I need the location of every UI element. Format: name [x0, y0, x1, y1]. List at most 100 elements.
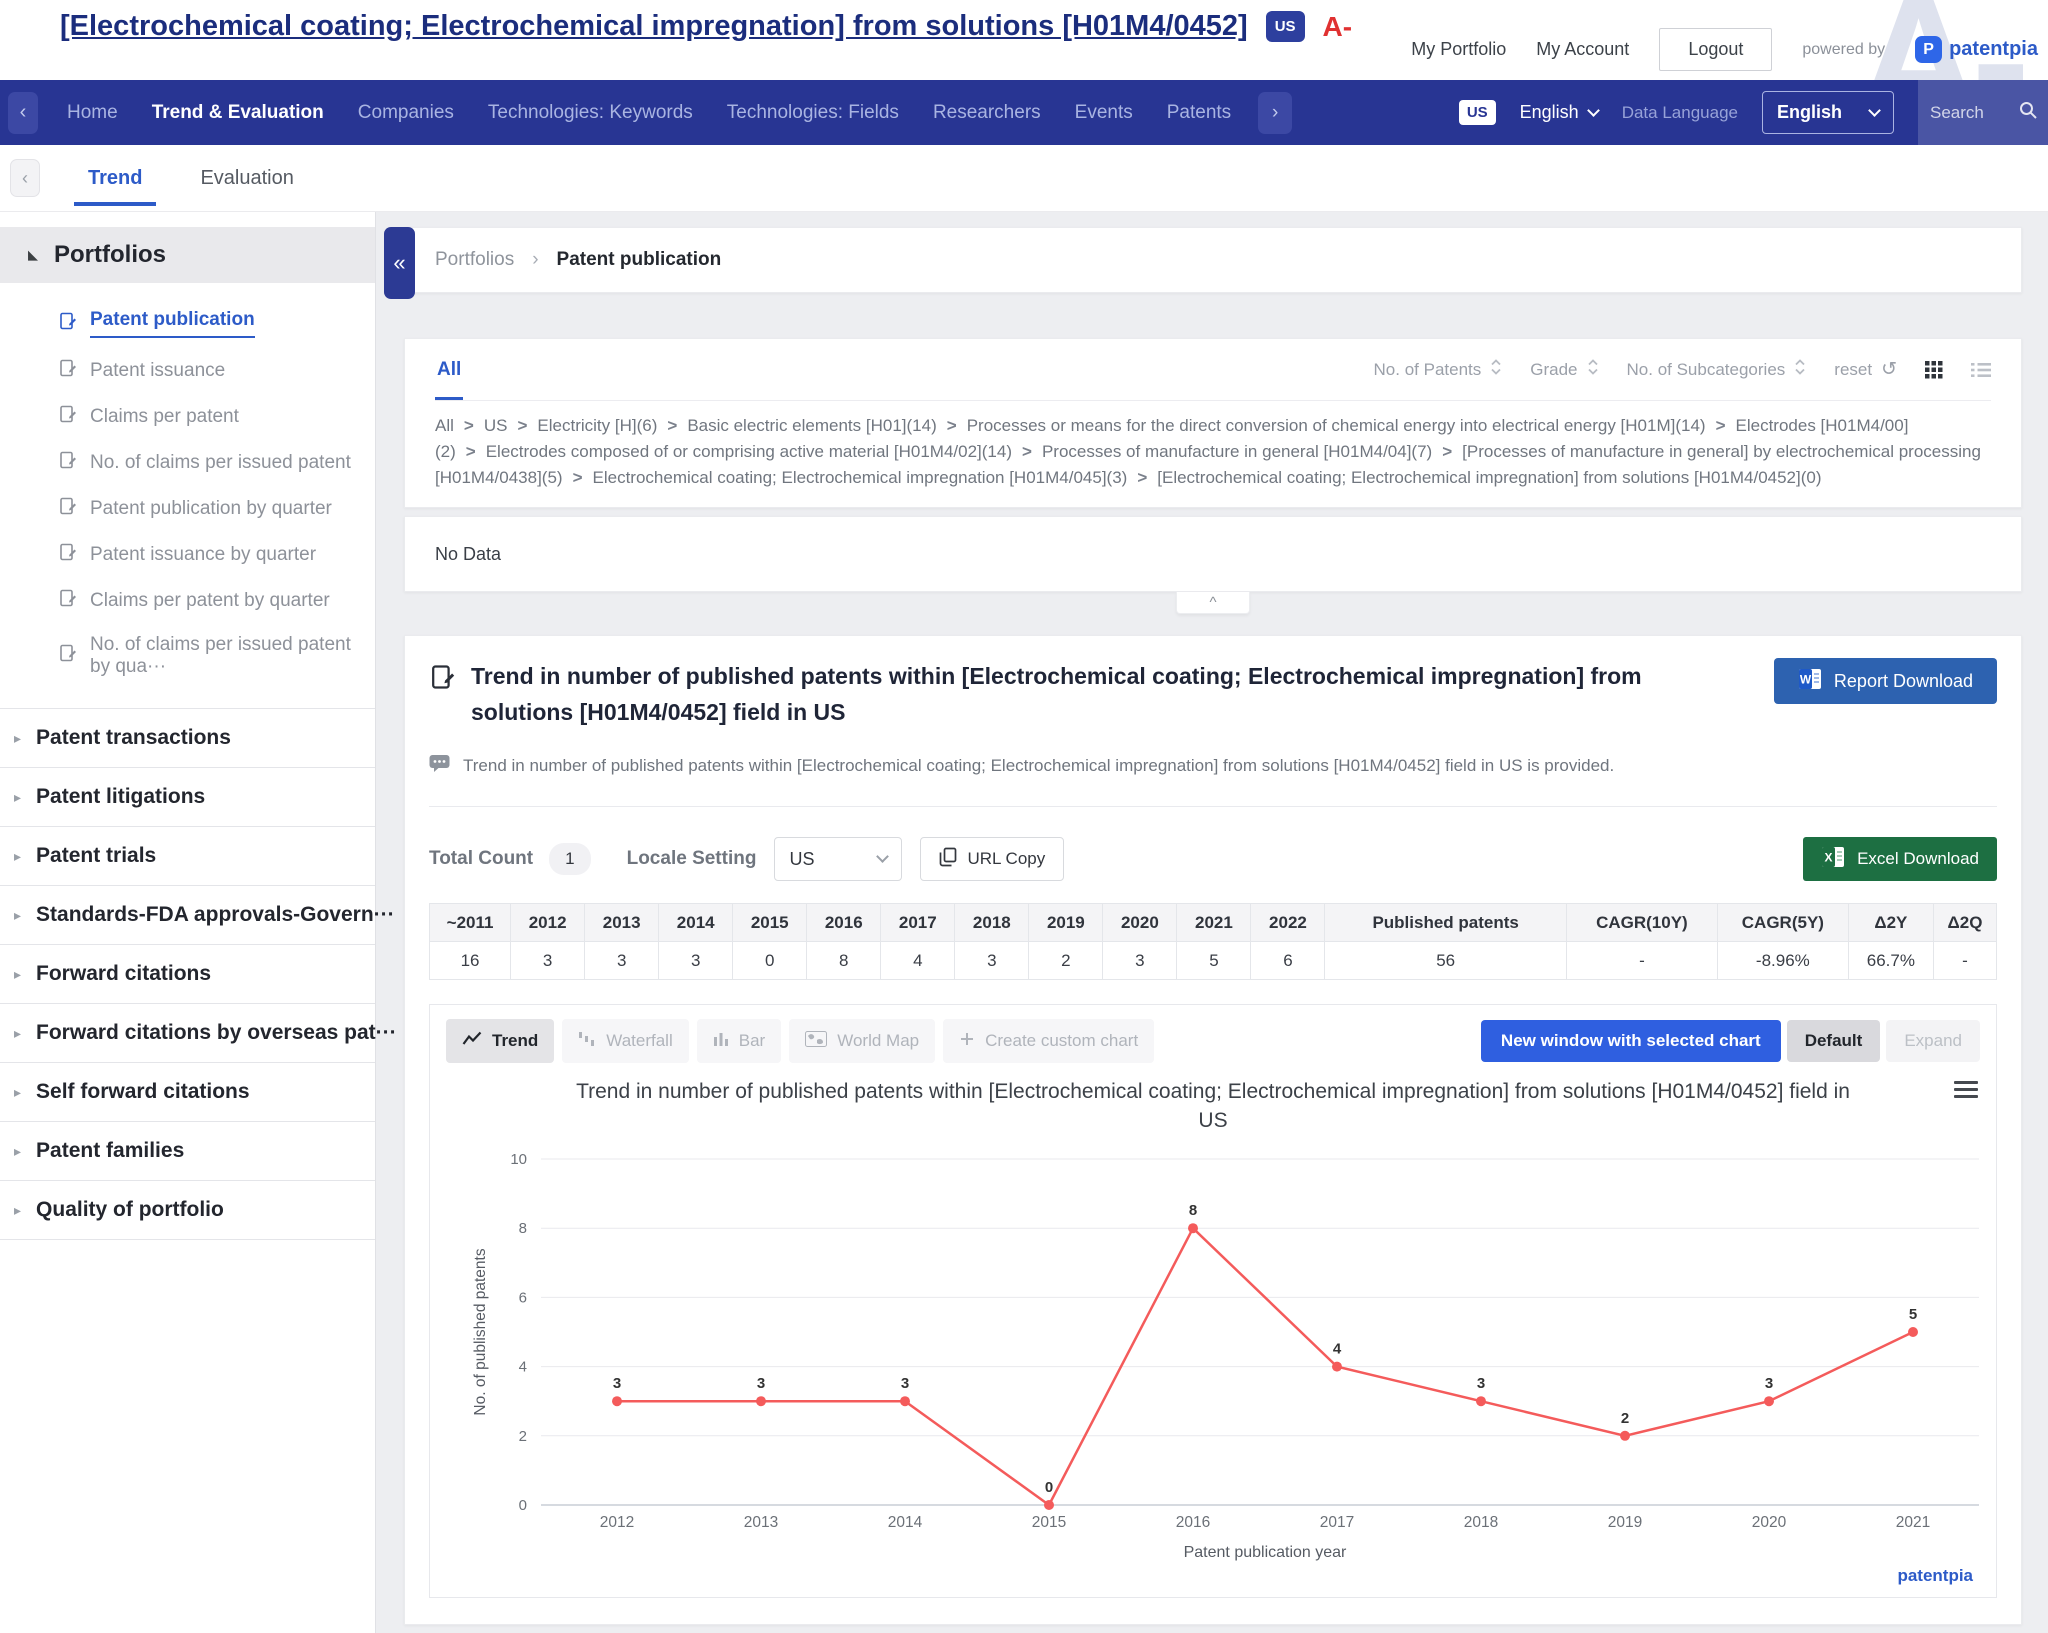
my-portfolio-link[interactable]: My Portfolio — [1411, 39, 1506, 60]
sidebar-section-forward-citations[interactable]: ▸Forward citations — [0, 944, 375, 1003]
sidebar-section-patent-trials[interactable]: ▸Patent trials — [0, 826, 375, 885]
path-segment[interactable]: Basic electric elements [H01](14) — [687, 416, 936, 435]
sidebar-section-patent-families[interactable]: ▸Patent families — [0, 1121, 375, 1180]
panel-title: Trend in number of published patents wit… — [471, 658, 1711, 730]
chart-tab-trend[interactable]: Trend — [446, 1019, 554, 1063]
chart-title: Trend in number of published patents wit… — [563, 1077, 1863, 1135]
nav-scroll-left-button[interactable]: ‹ — [8, 92, 38, 134]
url-copy-button[interactable]: URL Copy — [920, 837, 1064, 881]
locale-setting-label: Locale Setting — [627, 848, 757, 870]
chart-point[interactable] — [1476, 1396, 1486, 1406]
sidebar-item-patent-publication-by-quarter[interactable]: Patent publication by quarter — [0, 486, 375, 532]
breadcrumb-parent[interactable]: Portfolios — [435, 249, 514, 271]
nav-item-technologies-fields[interactable]: Technologies: Fields — [710, 102, 916, 124]
sidebar-section-forward-citations-by-overseas-pat[interactable]: ▸Forward citations by overseas pat··· — [0, 1003, 375, 1062]
path-segment[interactable]: Electricity [H](6) — [537, 416, 657, 435]
default-button[interactable]: Default — [1787, 1020, 1881, 1062]
chart-point[interactable] — [1332, 1362, 1342, 1372]
search-box[interactable] — [1918, 80, 2048, 145]
search-input[interactable] — [1930, 103, 2010, 123]
chart-tab-create-custom-chart[interactable]: Create custom chart — [943, 1019, 1154, 1063]
path-segment[interactable]: Electrochemical coating; Electrochemical… — [593, 468, 1128, 487]
chart-point[interactable] — [1620, 1431, 1630, 1441]
chart-point[interactable] — [1908, 1327, 1918, 1337]
nav-item-researchers[interactable]: Researchers — [916, 102, 1058, 124]
grid-view-icon[interactable] — [1925, 361, 1943, 379]
chart-point[interactable] — [1044, 1500, 1054, 1510]
ui-language-select[interactable]: English — [1520, 102, 1598, 123]
reset-button[interactable]: reset↺ — [1834, 358, 1897, 381]
nav-item-technologies-keywords[interactable]: Technologies: Keywords — [471, 102, 710, 124]
chart-tab-waterfall[interactable]: Waterfall — [562, 1019, 688, 1063]
country-badge: US — [1266, 11, 1305, 42]
section-arrow-icon: ▸ — [14, 789, 21, 806]
logout-button[interactable]: Logout — [1659, 28, 1772, 71]
chart-tab-bar[interactable]: Bar — [697, 1019, 781, 1063]
tabs-scroll-left-button[interactable]: ‹ — [10, 159, 40, 197]
sidebar-item-patent-issuance[interactable]: Patent issuance — [0, 348, 375, 394]
path-segment[interactable]: US — [484, 416, 508, 435]
table-col-2012: 2012 — [511, 904, 585, 942]
sidebar-section-label: Forward citations — [36, 962, 211, 986]
path-segment[interactable]: All — [435, 416, 454, 435]
new-window-button[interactable]: New window with selected chart — [1481, 1020, 1781, 1062]
path-segment[interactable]: Processes of manufacture in general [H01… — [1042, 442, 1432, 461]
locale-select[interactable]: US — [774, 837, 902, 881]
chevron-down-icon — [1587, 104, 1600, 117]
chart-tab-world-map[interactable]: World Map — [789, 1019, 935, 1063]
sidebar-item-no-of-claims-per-issued-patent-by-qua[interactable]: No. of claims per issued patent by qua··… — [0, 624, 375, 688]
tab-all[interactable]: All — [435, 339, 463, 400]
chart-menu-icon[interactable] — [1954, 1081, 1978, 1102]
chart-point[interactable] — [612, 1396, 622, 1406]
total-count-label: Total Count — [429, 848, 533, 870]
sidebar-section-quality-of-portfolio[interactable]: ▸Quality of portfolio — [0, 1180, 375, 1239]
sidebar-item-claims-per-patent[interactable]: Claims per patent — [0, 394, 375, 440]
tab-trend[interactable]: Trend — [78, 145, 152, 211]
sidebar-item-no-of-claims-per-issued-patent[interactable]: No. of claims per issued patent — [0, 440, 375, 486]
section-arrow-icon: ▸ — [14, 1084, 21, 1101]
x-tick-label: 2020 — [1752, 1514, 1787, 1531]
chart-tab-label: Create custom chart — [985, 1031, 1138, 1051]
sort-no-of-subcategories[interactable]: No. of Subcategories — [1627, 359, 1807, 380]
x-tick-label: 2019 — [1608, 1514, 1642, 1531]
nav-scroll-right-button[interactable]: › — [1258, 92, 1292, 134]
path-segment[interactable]: Electrodes composed of or comprising act… — [486, 442, 1012, 461]
chart-credit[interactable]: patentpia — [1897, 1566, 1973, 1585]
path-segment[interactable]: Processes or means for the direct conver… — [967, 416, 1706, 435]
list-view-icon[interactable] — [1971, 362, 1991, 378]
nav-item-companies[interactable]: Companies — [341, 102, 471, 124]
sidebar-section-self-forward-citations[interactable]: ▸Self forward citations — [0, 1062, 375, 1121]
patentpia-brand[interactable]: patentpia — [1949, 38, 2038, 61]
nav-item-trend-evaluation[interactable]: Trend & Evaluation — [135, 102, 341, 124]
chart-point[interactable] — [1764, 1396, 1774, 1406]
sidebar-group-portfolios[interactable]: ◣ Portfolios — [0, 227, 375, 283]
sidebar-collapse-button[interactable]: « — [384, 227, 415, 299]
trend-panel: Trend in number of published patents wit… — [404, 635, 2022, 1625]
sidebar-section-patent-transactions[interactable]: ▸Patent transactions — [0, 708, 375, 767]
sidebar-section-standards-fda-approvals-govern[interactable]: ▸Standards-FDA approvals-Govern··· — [0, 885, 375, 944]
chart-point[interactable] — [900, 1396, 910, 1406]
sort-grade[interactable]: Grade — [1530, 359, 1598, 380]
data-language-select[interactable]: English — [1762, 91, 1894, 134]
nav-item-home[interactable]: Home — [50, 102, 135, 124]
page-title[interactable]: [Electrochemical coating; Electrochemica… — [60, 10, 1248, 43]
chart-point[interactable] — [1188, 1223, 1198, 1233]
chart-point[interactable] — [756, 1396, 766, 1406]
nav-item-events[interactable]: Events — [1058, 102, 1150, 124]
sidebar-item-patent-publication[interactable]: Patent publication — [0, 299, 375, 348]
sort-no-of-patents[interactable]: No. of Patents — [1374, 359, 1503, 380]
report-download-button[interactable]: W Report Download — [1774, 658, 1997, 704]
excel-download-button[interactable]: X Excel Download — [1803, 837, 1997, 881]
sidebar-section-patent-litigations[interactable]: ▸Patent litigations — [0, 767, 375, 826]
section-collapse-button[interactable]: ^ — [1176, 592, 1250, 614]
path-segment[interactable]: [Electrochemical coating; Electrochemica… — [1157, 468, 1821, 487]
table-cell: 5 — [1177, 942, 1251, 980]
expand-button[interactable]: Expand — [1886, 1020, 1980, 1062]
nav-item-patents[interactable]: Patents — [1150, 102, 1248, 124]
sidebar-item-claims-per-patent-by-quarter[interactable]: Claims per patent by quarter — [0, 578, 375, 624]
report-download-label: Report Download — [1834, 671, 1973, 692]
breadcrumb: Portfolios › Patent publication — [404, 227, 2022, 293]
sidebar-item-patent-issuance-by-quarter[interactable]: Patent issuance by quarter — [0, 532, 375, 578]
my-account-link[interactable]: My Account — [1536, 39, 1629, 60]
tab-evaluation[interactable]: Evaluation — [190, 145, 303, 211]
